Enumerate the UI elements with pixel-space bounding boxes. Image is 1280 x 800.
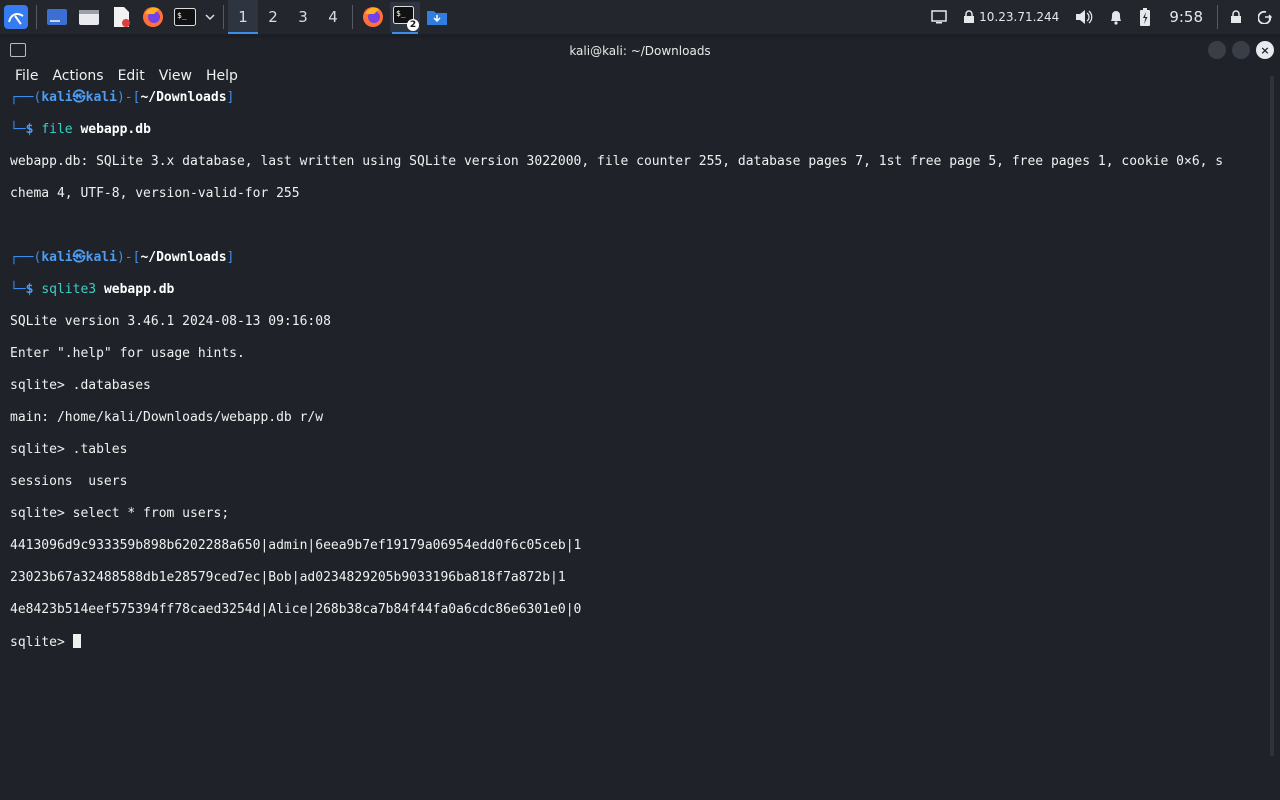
folder-download-task-button[interactable] [422,2,452,32]
close-button[interactable]: × [1256,41,1274,59]
workspace-1[interactable]: 1 [228,0,258,34]
volume-icon[interactable] [1075,9,1093,25]
ip-address: 10.23.71.244 [979,10,1060,24]
clock[interactable]: 9:58 [1169,8,1203,26]
screen-lock-icon[interactable] [1230,10,1242,24]
desktop-icon[interactable] [42,2,72,32]
output-line: 4413096d9c933359b898b6202288a650|admin|6… [10,538,582,553]
kali-menu-icon[interactable] [1,2,31,32]
taskbar: $_ 1 2 3 4 $_ 2 10.23.71.244 9:58 [0,0,1280,34]
close-icon: × [1260,43,1270,57]
svg-text:$_: $_ [177,11,187,20]
folder-download-icon [427,11,447,25]
firefox-task-button[interactable] [358,2,388,32]
output-line: sqlite> select * from users; [10,506,230,521]
workspace-label: 3 [298,8,308,26]
output-line: 23023b67a32488588db1e28579ced7ec|Bob|ad0… [10,570,566,585]
firefox-icon [363,7,383,27]
svg-text:$_: $_ [396,9,406,18]
sqlite-prompt: sqlite> [10,635,73,650]
output-line: sqlite> .tables [10,442,128,457]
output-line: main: /home/kali/Downloads/webapp.db r/w [10,410,324,425]
file-manager-icon[interactable] [74,2,104,32]
maximize-button[interactable] [1232,41,1250,59]
terminal-output[interactable]: ┌──(kali㉿kali)-[~/Downloads] └─$ file we… [0,74,1276,762]
terminal-task-button[interactable]: $_ 2 [390,2,420,34]
prompt-line: ┌──(kali㉿kali)-[~/Downloads] [10,90,235,105]
window-title: kali@kali: ~/Downloads [569,44,711,58]
minimize-button[interactable] [1208,41,1226,59]
display-icon[interactable] [931,10,947,24]
output-line: sqlite> .databases [10,378,151,393]
output-line: sessions users [10,474,128,489]
chevron-down-icon[interactable] [202,2,218,32]
input-line[interactable]: sqlite> [10,634,1276,650]
network-status[interactable]: 10.23.71.244 [963,10,1059,24]
battery-icon[interactable] [1139,7,1151,27]
workspace-2[interactable]: 2 [258,0,288,34]
firefox-icon[interactable] [138,2,168,32]
window-titlebar[interactable]: kali@kali: ~/Downloads × [0,38,1280,64]
command-line: └─$ file webapp.db [10,122,151,137]
prompt-line: ┌──(kali㉿kali)-[~/Downloads] [10,250,235,265]
lock-icon [964,10,975,23]
task-count-badge: 2 [407,19,419,31]
text-editor-icon[interactable] [106,2,136,32]
output-line: Enter ".help" for usage hints. [10,346,245,361]
output-line: chema 4, UTF-8, version-valid-for 255 [10,186,300,201]
output-line: SQLite version 3.46.1 2024-08-13 09:16:0… [10,314,331,329]
scrollbar[interactable] [1270,76,1274,756]
workspace-4[interactable]: 4 [318,0,348,34]
workspace-label: 2 [268,8,278,26]
logout-icon[interactable] [1258,10,1272,24]
workspace-label: 1 [238,8,248,26]
bell-icon[interactable] [1109,9,1123,25]
output-line: webapp.db: SQLite 3.x database, last wri… [10,154,1224,169]
command-line: └─$ sqlite3 webapp.db [10,282,175,297]
output-line: 4e8423b514eef575394ff78caed3254d|Alice|2… [10,602,582,617]
workspace-3[interactable]: 3 [288,0,318,34]
workspace-label: 4 [328,8,338,26]
terminal-icon[interactable]: $_ [170,2,200,32]
terminal-window-icon [10,43,26,57]
text-cursor [72,634,81,648]
